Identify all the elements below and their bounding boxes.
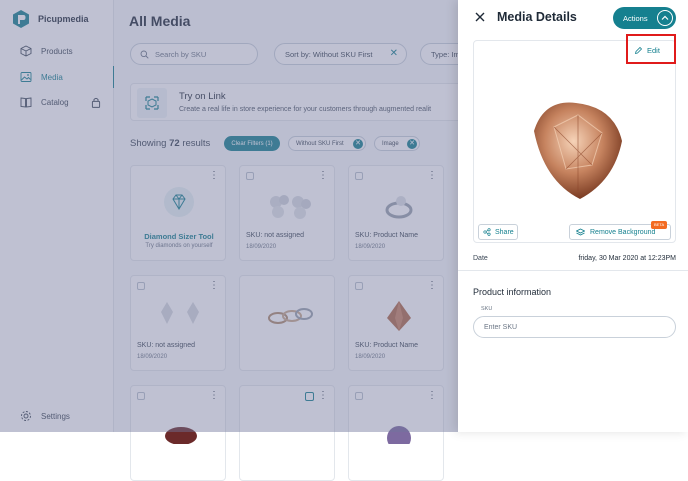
modal-overlay[interactable] (0, 0, 458, 432)
beta-badge: BETA (651, 221, 668, 229)
share-button[interactable]: Share (478, 224, 518, 240)
drawer-title: Media Details (497, 10, 577, 24)
actions-label: Actions (623, 13, 648, 23)
date-value: friday, 30 Mar 2020 at 12:23PM (578, 255, 676, 262)
edit-highlight-box (626, 34, 676, 64)
product-information-title: Product information (473, 287, 552, 297)
layers-icon (576, 228, 585, 235)
media-details-drawer: Media Details Actions Edit Share Remove … (458, 0, 688, 432)
chevron-up-icon (657, 10, 673, 26)
divider (458, 270, 688, 271)
app: Picupmedia Products Media Catalog Settin… (0, 0, 688, 481)
share-icon (483, 228, 491, 236)
remove-background-label: Remove Background (590, 228, 656, 236)
gemstone-image (534, 102, 622, 199)
date-label: Date (473, 255, 488, 262)
close-icon[interactable] (473, 10, 487, 24)
share-label: Share (495, 228, 514, 236)
sku-label: SKU (481, 306, 493, 312)
media-preview (473, 40, 676, 243)
actions-button[interactable]: Actions (613, 7, 676, 29)
sku-input[interactable] (473, 316, 676, 338)
